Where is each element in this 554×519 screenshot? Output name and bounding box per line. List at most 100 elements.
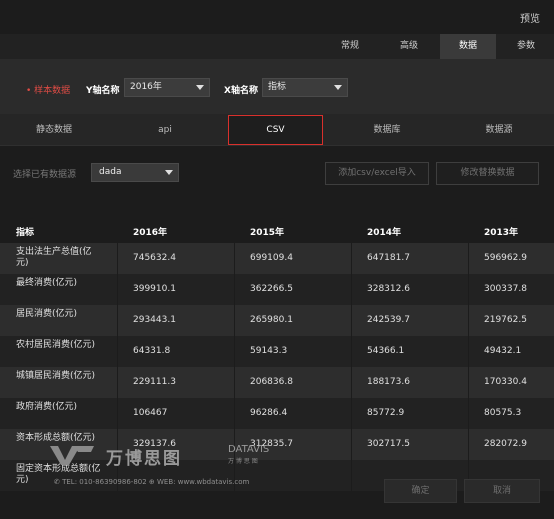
value-cell[interactable]: 219762.5 (484, 315, 527, 326)
table-row[interactable]: 居民消费(亿元) 293443.1 265980.1 242539.7 219762.5 (0, 305, 554, 336)
column-divider (234, 336, 235, 367)
column-divider (234, 274, 235, 305)
x-axis-value: 指标 (268, 82, 287, 92)
tab-data[interactable]: 数据 (440, 34, 496, 59)
column-divider (234, 367, 235, 398)
sample-data-label: • 样本数据 (26, 86, 71, 96)
indicator-cell[interactable]: 城镇居民消费(亿元) (16, 371, 104, 382)
table-row[interactable]: 城镇居民消费(亿元) 229111.3 206836.8 188173.6 170330… (0, 367, 554, 398)
value-cell[interactable]: 170330.4 (484, 377, 527, 388)
value-cell[interactable]: 302717.5 (367, 439, 410, 450)
column-divider (351, 367, 352, 398)
tab-params[interactable]: 参数 (498, 34, 554, 59)
column-divider (351, 274, 352, 305)
value-cell[interactable]: 96286.4 (250, 408, 287, 419)
header-2016: 2016年 (133, 228, 168, 238)
column-divider (117, 398, 118, 429)
value-cell[interactable]: 49432.1 (484, 346, 521, 357)
confirm-button[interactable]: 确定 (384, 479, 457, 503)
indicator-cell[interactable]: 农村居民消费(亿元) (16, 340, 104, 351)
value-cell[interactable]: 282072.9 (484, 439, 527, 450)
value-cell[interactable]: 206836.8 (250, 377, 293, 388)
preview-link[interactable]: 预览 (520, 10, 540, 25)
tab-general[interactable]: 常规 (322, 34, 378, 59)
value-cell[interactable]: 80575.3 (484, 408, 521, 419)
existing-source-value: dada (99, 167, 122, 177)
data-source-tabs: 静态数据 api CSV 数据库 数据源 (0, 114, 554, 146)
column-divider (117, 336, 118, 367)
column-divider (234, 305, 235, 336)
existing-source-label: 选择已有数据源 (13, 170, 77, 180)
column-divider (468, 429, 469, 460)
value-cell[interactable]: 293443.1 (133, 315, 176, 326)
column-divider (468, 336, 469, 367)
value-cell[interactable]: 300337.8 (484, 284, 527, 295)
table-row[interactable]: 支出法生产总值(亿元) 745632.4 699109.4 647181.7 59696… (0, 243, 554, 274)
value-cell[interactable]: 647181.7 (367, 253, 410, 264)
value-cell[interactable]: 85772.9 (367, 408, 404, 419)
value-cell[interactable]: 596962.9 (484, 253, 527, 264)
tab-advanced[interactable]: 高级 (381, 34, 437, 59)
tab-datasource[interactable]: 数据源 (444, 114, 554, 146)
header-2015: 2015年 (250, 228, 285, 238)
column-divider (351, 460, 352, 491)
column-divider (234, 398, 235, 429)
value-cell[interactable]: 399910.1 (133, 284, 176, 295)
table-row[interactable]: 政府消费(亿元) 106467 96286.4 85772.9 80575.3 (0, 398, 554, 429)
column-divider (117, 274, 118, 305)
value-cell[interactable]: 745632.4 (133, 253, 176, 264)
existing-source-select[interactable]: dada (91, 163, 179, 182)
wb-logo-icon (50, 446, 94, 465)
column-divider (234, 243, 235, 274)
value-cell[interactable]: 265980.1 (250, 315, 293, 326)
column-divider (351, 429, 352, 460)
existing-source-row: 选择已有数据源 dada 添加csv/excel导入 修改替换数据 (0, 154, 554, 188)
table-row[interactable]: 农村居民消费(亿元) 64331.8 59143.3 54366.1 49432.1 (0, 336, 554, 367)
value-cell[interactable]: 54366.1 (367, 346, 404, 357)
value-cell[interactable]: 699109.4 (250, 253, 293, 264)
watermark-contact: ✆ TEL: 010-86390986-802 ⊕ WEB: www.wbdat… (54, 478, 250, 486)
value-cell[interactable]: 328312.6 (367, 284, 410, 295)
x-axis-select[interactable]: 指标 (262, 78, 348, 97)
table-header: 指标 2016年 2015年 2014年 2013年 (0, 218, 554, 243)
value-cell[interactable]: 229111.3 (133, 377, 176, 388)
tab-api[interactable]: api (110, 114, 220, 146)
x-axis-label: X轴名称 (224, 86, 258, 96)
value-cell[interactable]: 106467 (133, 408, 167, 419)
column-divider (351, 336, 352, 367)
column-divider (468, 243, 469, 274)
column-divider (351, 305, 352, 336)
indicator-cell[interactable]: 支出法生产总值(亿元) (16, 247, 104, 269)
column-divider (468, 274, 469, 305)
tab-static-data[interactable]: 静态数据 (0, 114, 108, 146)
add-csv-excel-button[interactable]: 添加csv/excel导入 (325, 162, 429, 185)
y-axis-value: 2016年 (130, 82, 162, 92)
chevron-down-icon (334, 85, 342, 90)
indicator-cell[interactable]: 政府消费(亿元) (16, 402, 104, 413)
column-divider (468, 305, 469, 336)
header-2014: 2014年 (367, 228, 402, 238)
column-divider (351, 243, 352, 274)
value-cell[interactable]: 64331.8 (133, 346, 170, 357)
indicator-cell[interactable]: 最终消费(亿元) (16, 278, 104, 289)
settings-tabs: 常规 高级 数据 参数 (0, 34, 554, 59)
table-row[interactable]: 最终消费(亿元) 399910.1 362266.5 328312.6 300337.8 (0, 274, 554, 305)
cancel-button[interactable]: 取消 (464, 479, 540, 503)
data-table: 指标 2016年 2015年 2014年 2013年 支出法生产总值(亿元) 74… (0, 218, 554, 491)
header-2013: 2013年 (484, 228, 519, 238)
column-divider (117, 305, 118, 336)
value-cell[interactable]: 59143.3 (250, 346, 287, 357)
y-axis-label: Y轴名称 (86, 86, 120, 96)
watermark: 万博思图 DATAVIS 万 博 思 图 ✆ TEL: 010-86390986… (50, 442, 290, 492)
tab-database[interactable]: 数据库 (332, 114, 442, 146)
top-bar: 预览 (0, 0, 554, 34)
replace-data-button[interactable]: 修改替换数据 (436, 162, 539, 185)
axis-settings-row: • 样本数据 Y轴名称 2016年 X轴名称 指标 (0, 59, 554, 114)
column-divider (351, 398, 352, 429)
tab-csv[interactable]: CSV (228, 115, 323, 145)
indicator-cell[interactable]: 居民消费(亿元) (16, 309, 104, 320)
y-axis-select[interactable]: 2016年 (124, 78, 210, 97)
value-cell[interactable]: 362266.5 (250, 284, 293, 295)
value-cell[interactable]: 242539.7 (367, 315, 410, 326)
value-cell[interactable]: 188173.6 (367, 377, 410, 388)
